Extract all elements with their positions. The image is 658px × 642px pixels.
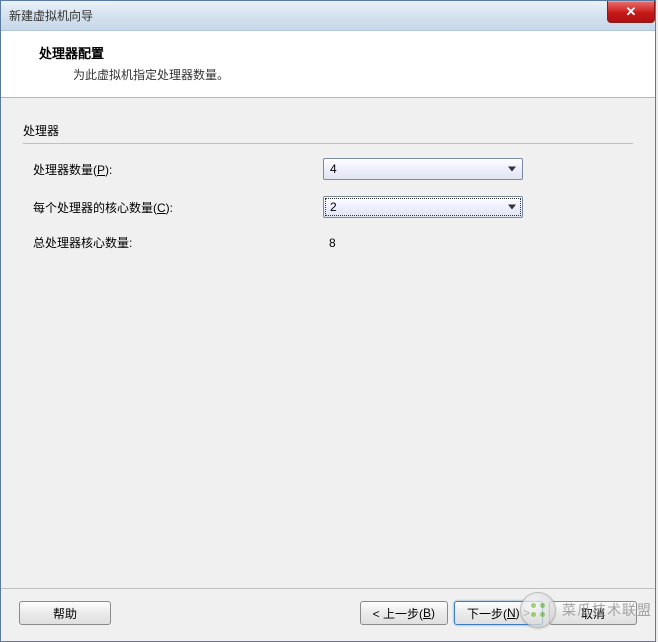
fieldset-divider <box>23 143 633 144</box>
page-title: 处理器配置 <box>1 43 655 62</box>
processor-count-dropdown[interactable]: 4 <box>323 158 523 180</box>
cores-per-processor-row: 每个处理器的核心数量(C): 2 <box>23 192 633 230</box>
total-cores-value: 8 <box>323 236 336 250</box>
titlebar: 新建虚拟机向导 ✕ <box>1 1 655 31</box>
wizard-window: 新建虚拟机向导 ✕ 处理器配置 为此虚拟机指定处理器数量。 处理器 处理器数量(… <box>0 0 656 642</box>
content-area: 处理器 处理器数量(P): 4 每个处理器的核心数量(C): 2 <box>1 98 655 588</box>
chevron-down-icon <box>508 167 516 172</box>
fieldset-legend: 处理器 <box>23 122 633 139</box>
processor-fieldset: 处理器 处理器数量(P): 4 每个处理器的核心数量(C): 2 <box>23 122 633 263</box>
wizard-header: 处理器配置 为此虚拟机指定处理器数量。 <box>1 31 655 98</box>
back-button[interactable]: < 上一步(B) <box>360 601 448 625</box>
help-button[interactable]: 帮助 <box>19 601 111 625</box>
total-cores-label: 总处理器核心数量: <box>33 234 323 251</box>
chevron-down-icon <box>508 205 516 210</box>
close-button[interactable]: ✕ <box>607 1 655 23</box>
processor-count-label: 处理器数量(P): <box>33 161 323 178</box>
cores-per-processor-label: 每个处理器的核心数量(C): <box>33 199 323 216</box>
cancel-button[interactable]: 取消 <box>549 601 637 625</box>
close-icon: ✕ <box>626 4 637 20</box>
wizard-footer: 帮助 < 上一步(B) 下一步(N) > 取消 <box>1 588 655 641</box>
next-button[interactable]: 下一步(N) > <box>454 601 543 625</box>
cores-per-processor-value: 2 <box>330 200 337 214</box>
processor-count-row: 处理器数量(P): 4 <box>23 154 633 192</box>
total-cores-row: 总处理器核心数量: 8 <box>23 230 633 263</box>
cores-per-processor-dropdown[interactable]: 2 <box>323 196 523 218</box>
processor-count-value: 4 <box>330 162 337 176</box>
page-subtitle: 为此虚拟机指定处理器数量。 <box>1 66 655 83</box>
window-title: 新建虚拟机向导 <box>9 7 93 24</box>
